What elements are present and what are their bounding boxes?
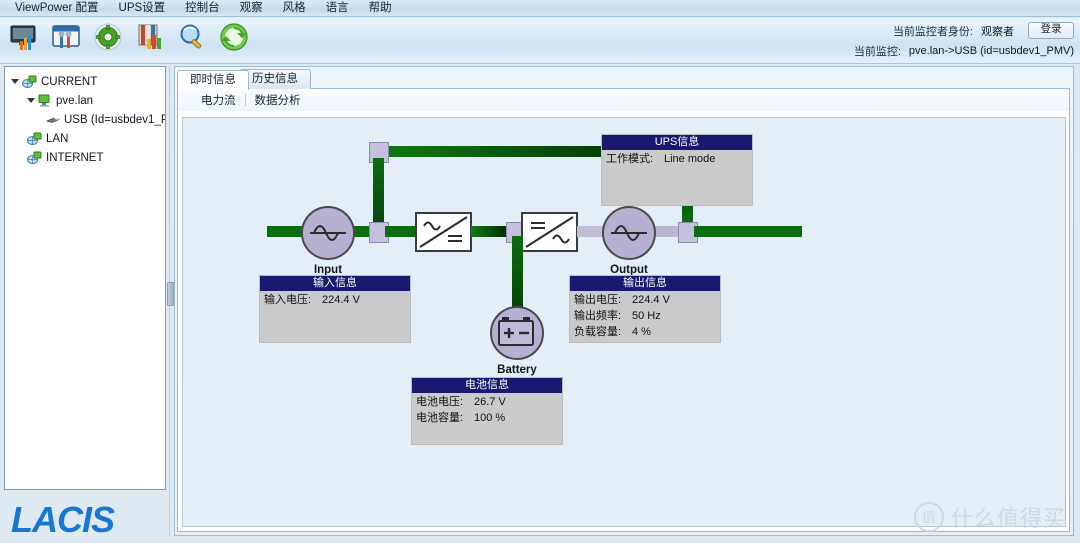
ac-source-icon-output — [602, 206, 656, 260]
ups-info-panel: UPS信息 工作模式: Line mode — [601, 134, 753, 206]
sub-tab-strip: 电力流 数据分析 — [178, 89, 1069, 111]
sidebar-item-pve-lan[interactable]: pve.lan — [9, 91, 165, 110]
refresh-icon[interactable] — [218, 21, 250, 53]
network-icon — [27, 132, 42, 145]
ac-to-dc-converter-icon — [415, 212, 472, 252]
output-voltage-value: 224.4 V — [632, 294, 670, 306]
usb-device-icon — [45, 115, 61, 125]
battery-capacity-value: 100 % — [474, 412, 506, 424]
input-info-row: 输入电压: 224.4 V — [260, 291, 410, 307]
network-icon — [22, 75, 37, 88]
main-panel: 即时信息 历史信息 电力流 数据分析 Input Output Battery … — [174, 66, 1074, 536]
sidebar-item-label: CURRENT — [41, 75, 98, 88]
chevron-down-icon[interactable] — [11, 77, 20, 86]
menu-item-help[interactable]: 帮助 — [360, 0, 401, 16]
dc-to-ac-inverter-icon — [521, 212, 578, 252]
binder-chart-icon[interactable] — [134, 21, 166, 53]
input-voltage-value: 224.4 V — [322, 294, 360, 306]
sidebar-item-label: LAN — [46, 132, 69, 145]
sidebar-item-label: pve.lan — [56, 94, 94, 107]
watermark-logo-icon: 值 — [913, 502, 944, 532]
sidebar-item-usb-device[interactable]: USB (Id=usbdev1_PM\ — [9, 110, 165, 129]
device-tree: CURRENT pve.lan USB (Id=usbdev1_ LAN INT… — [5, 67, 165, 167]
ac-source-icon-input — [301, 206, 355, 260]
output-voltage-label: 输出电压: — [574, 294, 622, 306]
application-window: ViewPower 配置 UPS设置 控制台 观察 风格 语言 帮助 当前监控者… — [0, 0, 1080, 543]
tab-strip: 即时信息 历史信息 — [177, 69, 1073, 90]
login-button[interactable]: 登录 — [1028, 22, 1074, 39]
load-capacity-label: 负载容量: — [574, 326, 622, 338]
battery-voltage-value: 26.7 V — [474, 396, 506, 408]
menu-item-ups-settings[interactable]: UPS设置 — [110, 0, 175, 16]
chevron-down-icon[interactable] — [27, 96, 36, 105]
output-frequency-value: 50 Hz — [632, 310, 661, 322]
magnifier-icon[interactable] — [176, 21, 208, 53]
load-capacity-value: 4 % — [632, 326, 651, 338]
sidebar-item-current[interactable]: CURRENT — [9, 72, 165, 91]
flow-bypass-left-down — [373, 158, 384, 231]
input-info-panel: 输入信息 输入电压: 224.4 V — [259, 275, 411, 343]
flow-output-line — [694, 226, 802, 237]
ups-mode-label: 工作模式: — [606, 153, 654, 165]
menu-item-style[interactable]: 风格 — [274, 0, 315, 16]
sidebar-item-internet[interactable]: INTERNET — [9, 148, 165, 167]
header-status: 当前监控者身份: 观察者 登录 当前监控: pve.lan->USB (id=u… — [774, 22, 1074, 60]
menu-bar: ViewPower 配置 UPS设置 控制台 观察 风格 语言 帮助 — [0, 0, 1080, 17]
menu-item-language[interactable]: 语言 — [317, 0, 358, 16]
tab-realtime-info[interactable]: 即时信息 — [177, 70, 249, 90]
monitoring-row: 当前监控: pve.lan->USB (id=usbdev1_PMV) — [774, 42, 1074, 59]
output-info-row: 输出电压: 224.4 V — [570, 291, 720, 307]
battery-capacity-label: 电池容量: — [416, 412, 464, 424]
output-info-row: 负载容量: 4 % — [570, 323, 720, 339]
toolbar: 当前监控者身份: 观察者 登录 当前监控: pve.lan->USB (id=u… — [0, 18, 1080, 64]
battery-info-row: 电池容量: 100 % — [412, 409, 562, 425]
network-icon — [27, 151, 42, 164]
monitoring-label: 当前监控: — [853, 45, 901, 58]
splitter-handle[interactable] — [167, 282, 174, 306]
brand-logo: LACIS — [6, 498, 164, 540]
tab-content: 电力流 数据分析 Input Output Battery UPS信息 工作模式… — [177, 88, 1070, 532]
subtab-power-flow[interactable]: 电力流 — [192, 92, 245, 108]
watermark: 值 什么值得买 — [913, 501, 1066, 533]
caption-battery: Battery — [497, 364, 537, 376]
computer-icon — [38, 94, 52, 107]
monitoring-value: pve.lan->USB (id=usbdev1_PMV) — [908, 44, 1074, 57]
battery-info-row: 电池电压: 26.7 V — [412, 393, 562, 409]
subtab-data-analysis[interactable]: 数据分析 — [246, 92, 310, 108]
power-flow-canvas: Input Output Battery UPS信息 工作模式: Line mo… — [182, 117, 1066, 527]
ups-info-title: UPS信息 — [602, 135, 752, 150]
flow-rectifier-to-dcbus — [471, 226, 508, 237]
output-frequency-label: 输出频率: — [574, 310, 622, 322]
menu-item-view[interactable]: 观察 — [231, 0, 272, 16]
input-voltage-label: 输入电压: — [264, 294, 312, 306]
ups-mode-value: Line mode — [664, 153, 716, 165]
input-info-title: 输入信息 — [260, 276, 410, 291]
output-info-title: 输出信息 — [570, 276, 720, 291]
tab-history-info[interactable]: 历史信息 — [239, 69, 311, 89]
sidebar-item-lan[interactable]: LAN — [9, 129, 165, 148]
window-tools-icon[interactable] — [50, 21, 82, 53]
battery-info-panel: 电池信息 电池电压: 26.7 V 电池容量: 100 % — [411, 377, 563, 445]
identity-label: 当前监控者身份: — [892, 25, 973, 38]
menu-item-viewpower-config[interactable]: ViewPower 配置 — [6, 0, 108, 16]
battery-voltage-label: 电池电压: — [416, 396, 464, 408]
monitor-chart-icon[interactable] — [8, 21, 40, 53]
output-info-row: 输出频率: 50 Hz — [570, 307, 720, 323]
svg-text:LACIS: LACIS — [11, 499, 115, 539]
identity-value: 观察者 — [981, 25, 1014, 38]
ups-info-row: 工作模式: Line mode — [602, 150, 752, 166]
battery-info-title: 电池信息 — [412, 378, 562, 393]
flow-to-rectifier — [385, 226, 419, 237]
identity-row: 当前监控者身份: 观察者 登录 — [774, 22, 1074, 39]
sidebar-item-label: INTERNET — [46, 151, 104, 164]
device-tree-panel: CURRENT pve.lan USB (Id=usbdev1_ LAN INT… — [4, 66, 166, 490]
menu-item-console[interactable]: 控制台 — [176, 0, 229, 16]
output-info-panel: 输出信息 输出电压: 224.4 V 输出频率: 50 Hz 负载容量: 4 % — [569, 275, 721, 343]
flow-battery-branch — [512, 236, 523, 310]
battery-icon — [490, 306, 544, 360]
gear-icon[interactable] — [92, 21, 124, 53]
watermark-text: 什么值得买 — [950, 506, 1066, 531]
sidebar-item-label: USB (Id=usbdev1_PM\ — [64, 113, 165, 126]
